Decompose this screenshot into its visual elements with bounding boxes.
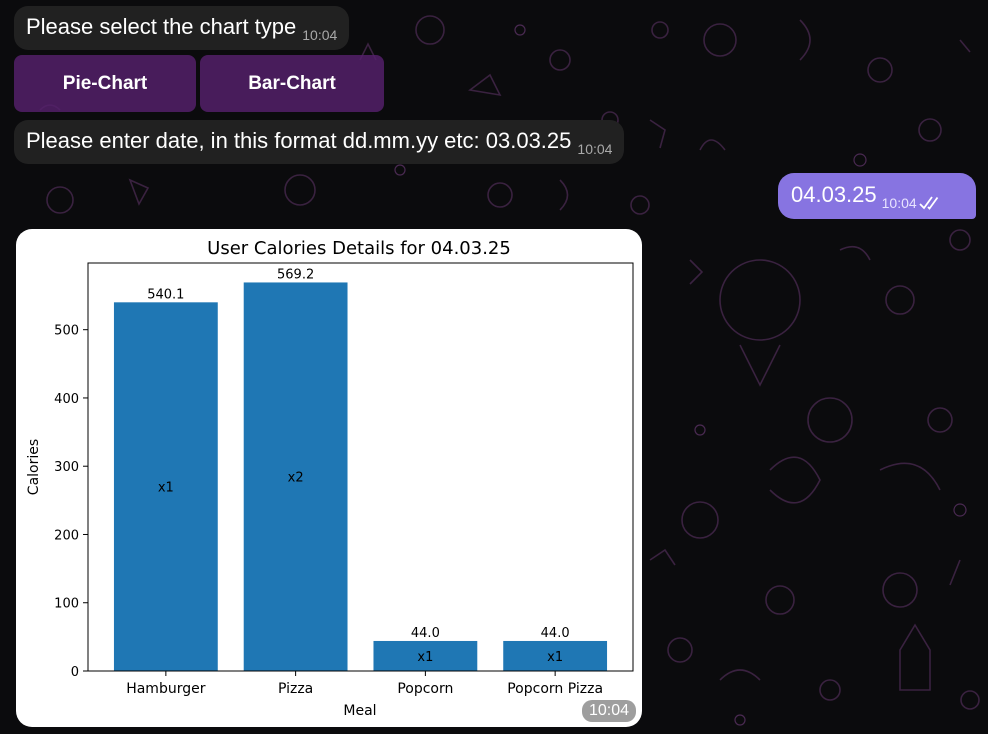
bar-chart-button[interactable]: Bar-Chart [200,55,384,112]
incoming-message-enter-date: Please enter date, in this format dd.mm.… [14,120,625,164]
message-time: 10:04 [581,700,636,722]
bar-value-label: 44.0 [541,626,570,641]
y-tick-label: 200 [54,528,79,543]
bar-chart: User Calories Details for 04.03.25 0 100 2… [26,238,634,719]
message-text: Please select the chart type [26,14,297,39]
x-tick-label: Pizza [278,681,313,697]
y-tick-label: 300 [54,460,79,475]
bar-count-label: x1 [547,650,563,665]
message-text: Please enter date, in this format dd.mm.… [26,128,572,153]
outgoing-message-date: 04.03.25 10:04 [778,173,976,219]
y-tick-label: 400 [54,392,79,407]
pie-chart-button[interactable]: Pie-Chart [14,55,196,112]
x-tick-label: Popcorn [397,681,453,697]
x-axis-label: Meal [343,703,376,719]
bar-value-label: 569.2 [277,267,314,282]
message-time: 10:04 [577,141,613,157]
x-tick-label: Hamburger [126,681,206,697]
bar-value-label: 44.0 [411,626,440,641]
chart-title: User Calories Details for 04.03.25 [207,238,511,259]
incoming-message-select-chart: Please select the chart type 10:04 [14,6,350,50]
y-axis-label: Calories [26,439,42,495]
bar-count-label: x2 [288,471,304,486]
y-tick-label: 500 [54,324,79,339]
bar-count-label: x1 [417,650,433,665]
y-tick-label: 0 [71,665,79,680]
chart-image-message[interactable]: User Calories Details for 04.03.25 0 100 2… [16,229,642,727]
message-time: 10:04 [302,27,338,43]
double-check-icon [919,190,943,215]
message-text: 04.03.25 [791,182,877,207]
x-tick-label: Popcorn Pizza [507,681,603,697]
y-tick-label: 100 [54,597,79,612]
bar-count-label: x1 [158,481,174,496]
bar-value-label: 540.1 [147,287,184,302]
message-time: 10:04 [881,195,917,211]
